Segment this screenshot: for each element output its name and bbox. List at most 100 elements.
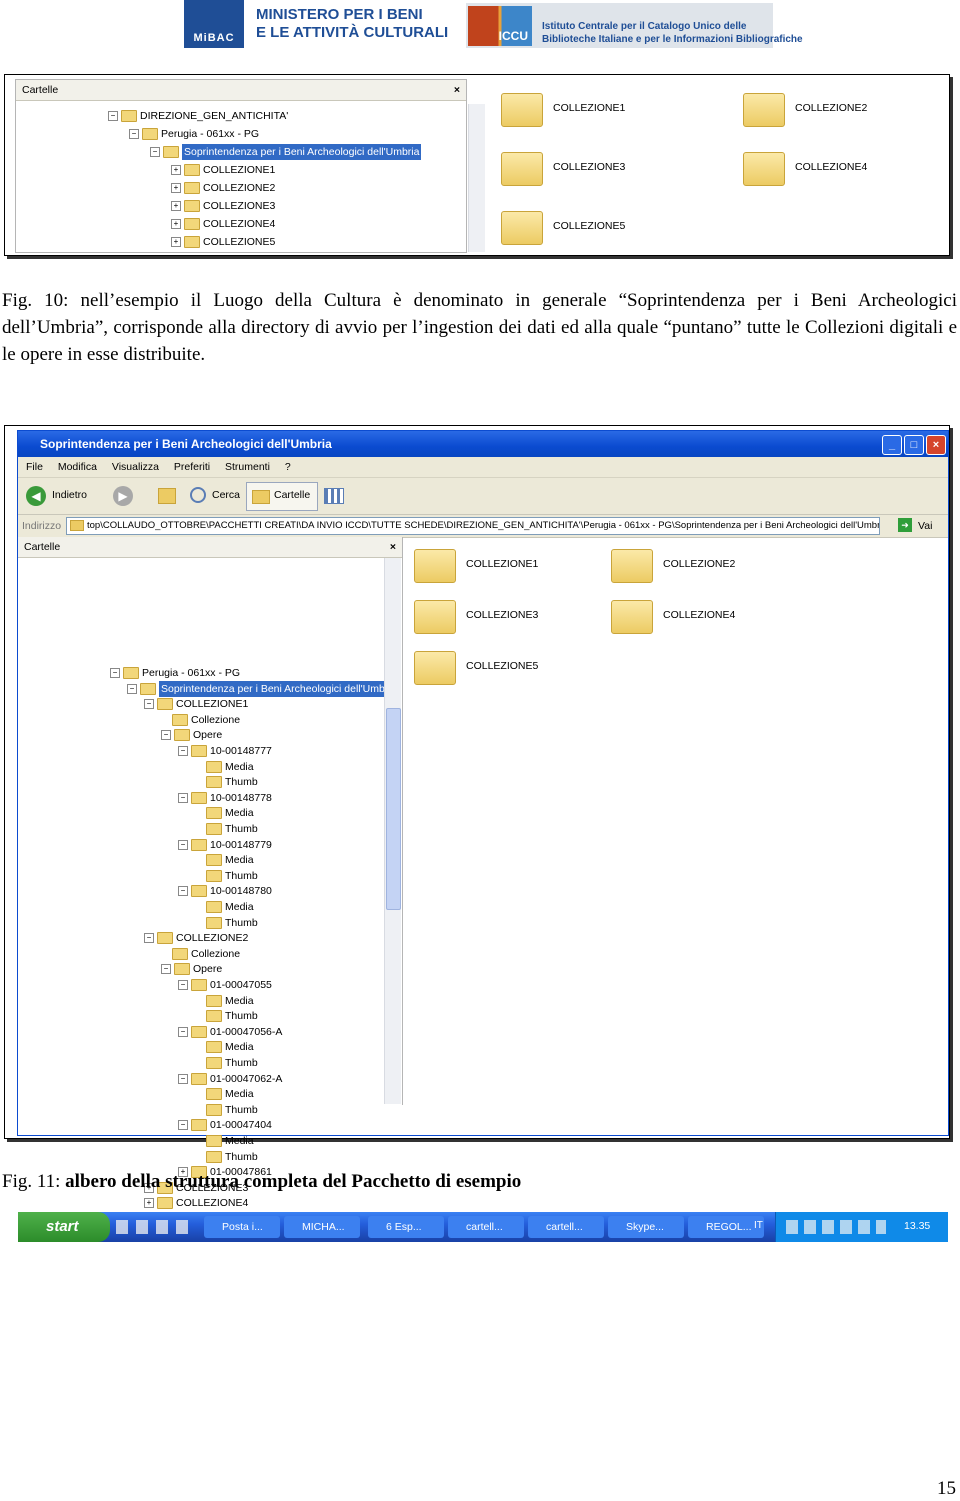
forward-arrow-icon[interactable]: ▶ bbox=[113, 486, 133, 506]
collapse-icon[interactable]: − bbox=[150, 147, 160, 157]
fig11-scrollbar[interactable] bbox=[384, 558, 401, 1104]
collapse-icon[interactable]: − bbox=[178, 886, 188, 897]
taskbar-task[interactable]: REGOL... bbox=[688, 1216, 764, 1238]
search-button[interactable]: Cerca bbox=[212, 489, 240, 501]
collapse-icon[interactable]: − bbox=[161, 964, 171, 975]
tree-node[interactable]: − 01-00047062-A bbox=[178, 1071, 282, 1087]
collapse-icon[interactable]: − bbox=[178, 792, 188, 803]
menu-visualizza[interactable]: Visualizza bbox=[112, 461, 159, 473]
taskbar-task[interactable]: 6 Esp... bbox=[368, 1216, 444, 1238]
folders-button[interactable]: Cartelle bbox=[274, 489, 310, 501]
tree-node[interactable]: − COLLEZIONE2 bbox=[144, 930, 248, 946]
go-arrow-icon[interactable]: ➜ bbox=[898, 518, 912, 532]
large-folder-icon[interactable] bbox=[743, 93, 785, 127]
tree-node[interactable]: Media bbox=[195, 852, 254, 868]
folder-label[interactable]: COLLEZIONE5 bbox=[466, 660, 538, 672]
menu-modifica[interactable]: Modifica bbox=[58, 461, 97, 473]
collapse-icon[interactable]: − bbox=[129, 129, 139, 139]
folder-label[interactable]: COLLEZIONE3 bbox=[466, 609, 538, 621]
tree-node[interactable]: Media bbox=[195, 1133, 254, 1149]
large-folder-icon[interactable] bbox=[611, 600, 653, 634]
tray-icons[interactable] bbox=[786, 1220, 886, 1234]
tree-node[interactable]: − Opere bbox=[161, 961, 222, 977]
large-folder-icon[interactable] bbox=[414, 549, 456, 583]
fig11-scroll-thumb[interactable] bbox=[386, 708, 401, 910]
tree-node[interactable]: − 10-00148780 bbox=[178, 883, 272, 899]
tree-node[interactable]: + COLLEZIONE3 bbox=[171, 198, 275, 214]
collapse-icon[interactable]: − bbox=[178, 1026, 188, 1037]
collapse-icon[interactable]: − bbox=[178, 980, 188, 990]
tree-node[interactable]: + COLLEZIONE4 bbox=[171, 216, 275, 232]
tree-node[interactable]: − 10-00148777 bbox=[178, 743, 272, 759]
large-folder-icon[interactable] bbox=[414, 600, 456, 634]
taskbar-task[interactable]: Skype... bbox=[608, 1216, 684, 1238]
fig11-close-icon[interactable]: × bbox=[390, 537, 396, 557]
collapse-icon[interactable]: − bbox=[178, 839, 188, 850]
expand-icon[interactable]: + bbox=[144, 1198, 154, 1209]
expand-icon[interactable]: + bbox=[171, 183, 181, 193]
minimize-icon[interactable]: _ bbox=[882, 435, 902, 455]
fig10-close-icon[interactable]: × bbox=[454, 80, 460, 100]
large-folder-icon[interactable] bbox=[743, 152, 785, 186]
tree-node[interactable]: − Perugia - 061xx - PG bbox=[110, 665, 240, 681]
tree-node[interactable]: − Perugia - 061xx - PG bbox=[129, 126, 259, 142]
expand-icon[interactable]: + bbox=[171, 165, 181, 175]
large-folder-icon[interactable] bbox=[611, 549, 653, 583]
language-indicator[interactable]: IT bbox=[754, 1220, 763, 1231]
tree-node[interactable]: − 01-00047404 bbox=[178, 1117, 272, 1133]
large-folder-icon[interactable] bbox=[501, 93, 543, 127]
taskbar-task[interactable]: Posta i... bbox=[204, 1216, 280, 1238]
collapse-icon[interactable]: − bbox=[178, 1073, 188, 1084]
tree-node[interactable]: Thumb bbox=[195, 868, 258, 884]
tree-node[interactable]: − DIREZIONE_GEN_ANTICHITA' bbox=[108, 108, 288, 124]
collapse-icon[interactable]: − bbox=[108, 111, 118, 121]
back-arrow-icon[interactable]: ◀ bbox=[26, 486, 46, 506]
folder-label[interactable]: COLLEZIONE1 bbox=[553, 102, 625, 114]
folder-label[interactable]: COLLEZIONE2 bbox=[663, 558, 735, 570]
taskbar-task[interactable]: cartell... bbox=[448, 1216, 524, 1238]
tree-node[interactable]: Media bbox=[195, 993, 254, 1009]
collapse-icon[interactable]: − bbox=[110, 668, 120, 678]
collapse-icon[interactable]: − bbox=[127, 683, 137, 694]
tree-node[interactable]: − Soprintendenza per i Beni Archeologici … bbox=[150, 144, 422, 160]
collapse-icon[interactable]: − bbox=[178, 1120, 188, 1131]
large-folder-icon[interactable] bbox=[414, 651, 456, 685]
expand-icon[interactable]: + bbox=[171, 201, 181, 211]
tree-node[interactable]: − COLLEZIONE1 bbox=[144, 696, 248, 712]
menu-preferiti[interactable]: Preferiti bbox=[174, 461, 210, 473]
folder-label[interactable]: COLLEZIONE1 bbox=[466, 558, 538, 570]
expand-icon[interactable]: + bbox=[171, 219, 181, 229]
close-icon[interactable]: × bbox=[926, 435, 946, 455]
tree-node[interactable]: Collezione bbox=[161, 712, 240, 728]
tree-node[interactable]: − 01-00047056-A bbox=[178, 1024, 282, 1040]
back-button[interactable]: Indietro bbox=[52, 489, 87, 501]
tree-node[interactable]: Thumb bbox=[195, 821, 258, 837]
expand-icon[interactable]: + bbox=[171, 237, 181, 247]
tree-node[interactable]: + COLLEZIONE1 bbox=[171, 162, 275, 178]
folder-label[interactable]: COLLEZIONE5 bbox=[553, 220, 625, 232]
menu-strumenti[interactable]: Strumenti bbox=[225, 461, 270, 473]
menu-help[interactable]: ? bbox=[285, 461, 291, 473]
window-titlebar[interactable]: Soprintendenza per i Beni Archeologici d… bbox=[18, 431, 948, 457]
tree-node[interactable]: Thumb bbox=[195, 915, 258, 931]
tree-node[interactable]: + COLLEZIONE5 bbox=[171, 234, 275, 250]
tree-node[interactable]: Thumb bbox=[195, 774, 258, 790]
large-folder-icon[interactable] bbox=[501, 152, 543, 186]
tree-node[interactable]: − 10-00148778 bbox=[178, 790, 272, 806]
address-input[interactable]: top\COLLAUDO_OTTOBRE\PACCHETTI CREATI\DA… bbox=[66, 517, 880, 535]
tree-node[interactable]: Media bbox=[195, 759, 254, 775]
collapse-icon[interactable]: − bbox=[144, 699, 154, 710]
tree-node[interactable]: Thumb bbox=[195, 1149, 258, 1165]
tree-node[interactable]: Media bbox=[195, 1086, 254, 1102]
tree-node[interactable]: + COLLEZIONE2 bbox=[171, 180, 275, 196]
folder-label[interactable]: COLLEZIONE4 bbox=[795, 161, 867, 173]
up-folder-icon[interactable] bbox=[158, 488, 176, 504]
collapse-icon[interactable]: − bbox=[178, 746, 188, 756]
folder-label[interactable]: COLLEZIONE2 bbox=[795, 102, 867, 114]
folder-label[interactable]: COLLEZIONE3 bbox=[553, 161, 625, 173]
tree-node[interactable]: − Soprintendenza per i Beni Archeologici … bbox=[127, 680, 399, 697]
tree-node[interactable]: Media bbox=[195, 1039, 254, 1055]
tree-node[interactable]: Media bbox=[195, 899, 254, 915]
collapse-icon[interactable]: − bbox=[161, 730, 171, 741]
quick-launch-icons[interactable] bbox=[116, 1220, 196, 1234]
